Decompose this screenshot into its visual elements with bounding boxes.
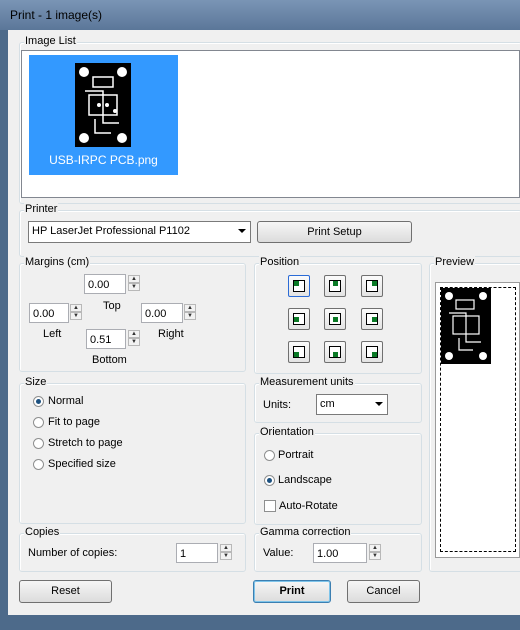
spin-down-icon[interactable]: ▼: [369, 552, 381, 560]
auto-rotate-label: Auto-Rotate: [279, 500, 338, 512]
margin-left-input[interactable]: 0.00: [29, 303, 69, 323]
size-fit-radio[interactable]: [33, 417, 44, 428]
position-label: Position: [259, 256, 301, 269]
printer-select[interactable]: HP LaserJet Professional P1102: [28, 221, 251, 243]
units-select[interactable]: cm: [316, 394, 388, 415]
copies-spinner[interactable]: ▲ ▼: [220, 544, 232, 560]
orientation-landscape-radio[interactable]: [264, 475, 275, 486]
spin-down-icon[interactable]: ▼: [128, 338, 140, 346]
size-specified-label: Specified size: [48, 458, 116, 470]
auto-rotate-checkbox[interactable]: [264, 500, 276, 512]
spin-down-icon[interactable]: ▼: [184, 312, 196, 320]
orientation-label: Orientation: [259, 426, 315, 439]
margin-top-input[interactable]: 0.00: [84, 274, 126, 294]
spin-up-icon[interactable]: ▲: [128, 330, 140, 338]
spin-up-icon[interactable]: ▲: [220, 544, 232, 552]
measurement-label: Measurement units: [259, 376, 355, 389]
image-list-label: Image List: [24, 35, 77, 48]
margin-left-label: Left: [43, 328, 62, 340]
size-stretch-radio[interactable]: [33, 438, 44, 449]
margin-left-spinner[interactable]: ▲ ▼: [70, 304, 82, 320]
reset-button[interactable]: Reset: [19, 580, 112, 603]
margin-bottom-input[interactable]: 0.51: [86, 329, 126, 349]
units-label: Units:: [263, 399, 292, 411]
dialog-client: Image List USB-IRPC PCB.png Printer HP L…: [8, 30, 520, 615]
margin-right-input[interactable]: 0.00: [141, 303, 183, 323]
spin-down-icon[interactable]: ▼: [128, 283, 140, 291]
chevron-down-icon: [238, 229, 246, 233]
print-button[interactable]: Print: [253, 580, 331, 603]
gamma-input[interactable]: 1.00: [313, 543, 367, 563]
units-select-value: cm: [320, 398, 335, 410]
margin-bottom-label: Bottom: [92, 354, 127, 366]
preview-label: Preview: [434, 256, 476, 269]
position-middle-left-button[interactable]: [288, 308, 310, 330]
chevron-down-icon: [375, 402, 383, 406]
gamma-label: Gamma correction: [259, 526, 352, 539]
window-title: Print - 1 image(s): [10, 8, 103, 22]
margin-top-label: Top: [103, 300, 121, 312]
pcb-thumbnail: [75, 63, 131, 147]
position-bottom-right-button[interactable]: [361, 341, 383, 363]
margin-right-spinner[interactable]: ▲ ▼: [184, 304, 196, 320]
position-top-left-button[interactable]: [288, 275, 310, 297]
image-list-item[interactable]: USB-IRPC PCB.png: [29, 55, 178, 175]
copies-label: Copies: [24, 526, 61, 539]
position-top-right-button[interactable]: [361, 275, 383, 297]
margin-top-spinner[interactable]: ▲ ▼: [128, 275, 140, 291]
preview-image: [441, 288, 491, 364]
size-fit-label: Fit to page: [48, 416, 100, 428]
copies-input[interactable]: 1: [176, 543, 218, 563]
size-normal-label: Normal: [48, 395, 84, 407]
size-normal-radio[interactable]: [33, 396, 44, 407]
position-top-center-button[interactable]: [324, 275, 346, 297]
image-filename: USB-IRPC PCB.png: [49, 153, 158, 167]
margin-right-label: Right: [158, 328, 184, 340]
orientation-landscape-label: Landscape: [278, 474, 332, 486]
position-bottom-center-button[interactable]: [324, 341, 346, 363]
spin-up-icon[interactable]: ▲: [184, 304, 196, 312]
title-bar[interactable]: Print - 1 image(s): [0, 0, 520, 30]
spin-down-icon[interactable]: ▼: [220, 552, 232, 560]
spin-up-icon[interactable]: ▲: [128, 275, 140, 283]
spin-down-icon[interactable]: ▼: [70, 312, 82, 320]
orientation-portrait-radio[interactable]: [264, 450, 275, 461]
printer-label: Printer: [24, 203, 59, 216]
position-middle-right-button[interactable]: [361, 308, 383, 330]
size-stretch-label: Stretch to page: [48, 437, 123, 449]
spin-up-icon[interactable]: ▲: [70, 304, 82, 312]
spin-up-icon[interactable]: ▲: [369, 544, 381, 552]
printer-select-value: HP LaserJet Professional P1102: [32, 225, 190, 237]
position-bottom-left-button[interactable]: [288, 341, 310, 363]
number-of-copies-label: Number of copies:: [28, 547, 118, 559]
gamma-value-label: Value:: [263, 547, 294, 559]
size-specified-radio[interactable]: [33, 459, 44, 470]
image-list[interactable]: USB-IRPC PCB.png: [21, 50, 520, 198]
preview-pane: [435, 282, 520, 558]
position-center-button[interactable]: [324, 308, 346, 330]
size-label: Size: [24, 376, 48, 389]
print-setup-button[interactable]: Print Setup: [257, 221, 412, 243]
margin-bottom-spinner[interactable]: ▲ ▼: [128, 330, 140, 346]
orientation-portrait-label: Portrait: [278, 449, 314, 461]
cancel-button[interactable]: Cancel: [347, 580, 420, 603]
print-dialog: Print - 1 image(s) Image List USB-IRPC P…: [0, 0, 520, 630]
gamma-spinner[interactable]: ▲ ▼: [369, 544, 381, 560]
margins-label: Margins (cm): [24, 256, 91, 269]
